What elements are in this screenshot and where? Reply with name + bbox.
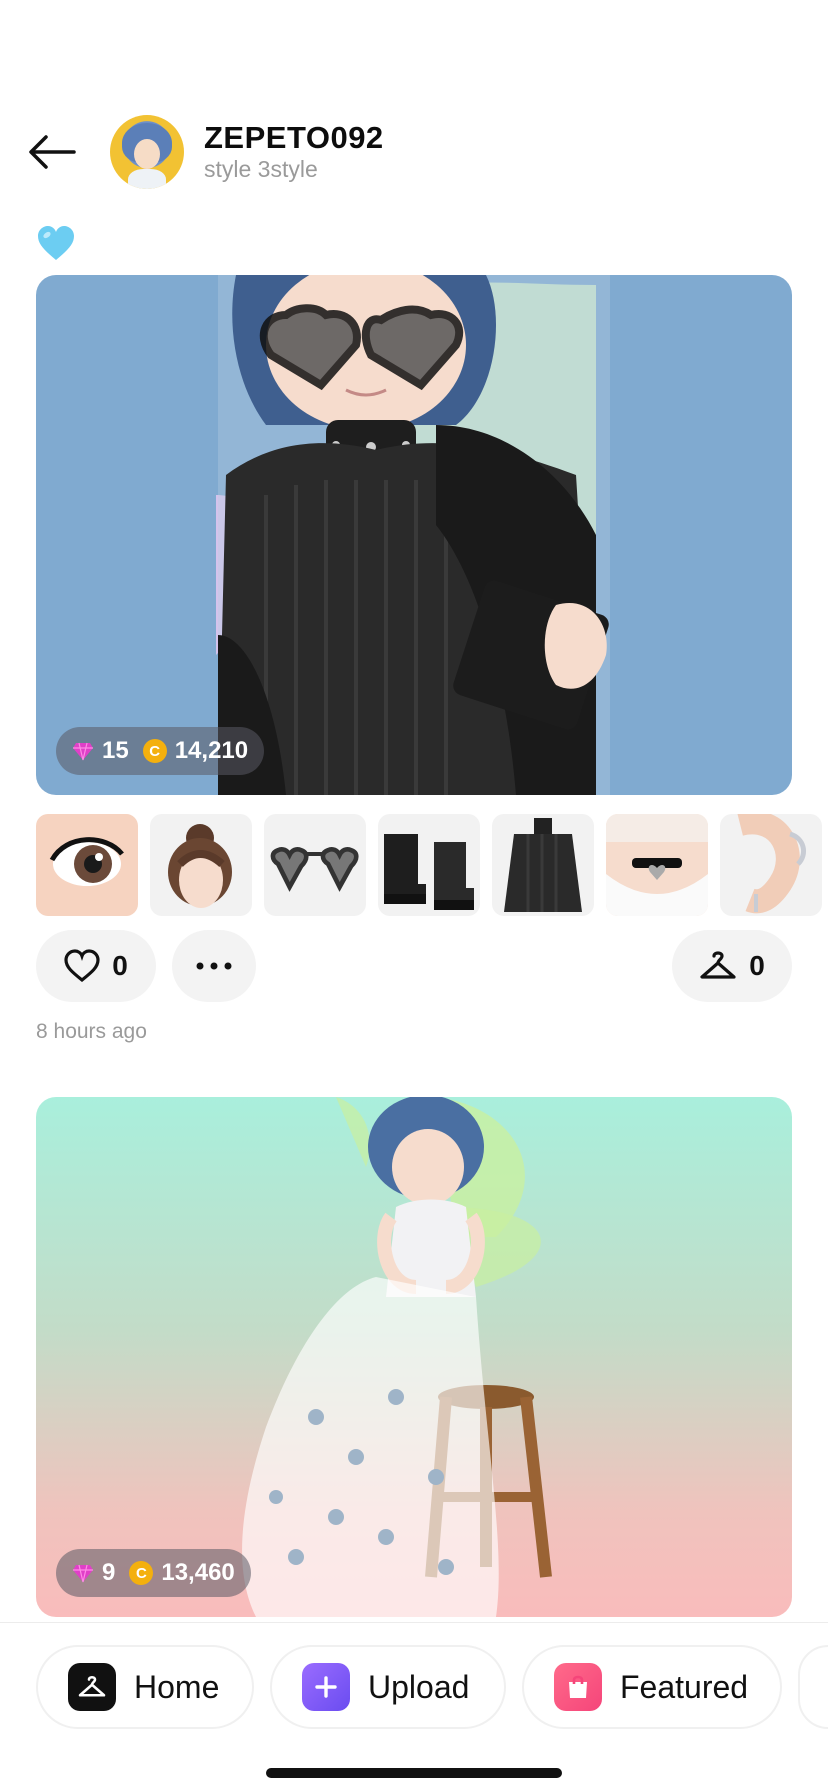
like-count: 0	[112, 950, 128, 981]
back-button[interactable]	[28, 132, 84, 172]
nav-more-button[interactable]	[798, 1645, 828, 1729]
choker-icon	[606, 814, 708, 916]
item-choker[interactable]	[606, 814, 708, 916]
coin-price-2: 13,460	[161, 1559, 235, 1586]
coin-icon: C	[129, 1561, 154, 1585]
username[interactable]: ZEPETO092	[204, 120, 384, 156]
shopping-bag-icon	[554, 1663, 602, 1711]
boots-icon	[384, 834, 474, 910]
gem-icon	[73, 1564, 93, 1583]
item-boots[interactable]	[378, 814, 480, 916]
more-options-button[interactable]	[172, 930, 256, 1002]
back-arrow-icon	[29, 135, 76, 169]
header: ZEPETO092 style 3style	[0, 110, 828, 190]
gem-price: 15	[102, 737, 129, 764]
eye-icon	[49, 837, 124, 886]
price-badge: 15 C 14,210	[56, 727, 265, 775]
nav-featured-label: Featured	[620, 1668, 749, 1705]
item-outfit[interactable]	[492, 814, 594, 916]
ear-cuff-icon	[737, 814, 807, 914]
post-image-2[interactable]: 9 C 13,460	[36, 1097, 792, 1617]
try-on-count: 0	[749, 950, 765, 981]
hair-icon	[168, 824, 232, 908]
light-blue-heart-icon	[38, 226, 74, 260]
user-subtitle: style 3style	[204, 156, 318, 182]
bottom-navigation: Home Upload Featured	[0, 1622, 828, 1792]
coin-price: 14,210	[174, 737, 249, 764]
like-button[interactable]: 0	[36, 930, 156, 1002]
more-dots-icon	[196, 962, 232, 970]
post-timestamp: 8 hours ago	[36, 1020, 147, 1043]
nav-featured-button[interactable]: Featured	[522, 1645, 782, 1729]
item-ear-cuff[interactable]	[720, 814, 822, 916]
coin-icon: C	[142, 739, 167, 763]
avatar-render	[216, 275, 610, 795]
nav-upload-label: Upload	[368, 1668, 470, 1705]
item-list	[36, 814, 828, 916]
item-sunglasses[interactable]	[264, 814, 366, 916]
hanger-icon	[700, 951, 736, 979]
plus-icon	[302, 1663, 350, 1711]
try-on-button[interactable]: 0	[672, 930, 792, 1002]
gem-price-2: 9	[102, 1559, 116, 1586]
nav-home-label: Home	[134, 1668, 220, 1705]
outfit-icon	[504, 818, 582, 912]
avatar-render-2	[242, 1097, 552, 1617]
nav-upload-button[interactable]: Upload	[270, 1645, 506, 1729]
price-badge-2: 9 C 13,460	[56, 1549, 251, 1597]
item-eye-lens[interactable]	[36, 814, 138, 916]
hanger-icon	[68, 1663, 116, 1711]
item-hair[interactable]	[150, 814, 252, 916]
nav-home-button[interactable]: Home	[36, 1645, 254, 1729]
heart-sunglasses-icon	[270, 847, 359, 892]
home-indicator	[266, 1768, 562, 1778]
post-image[interactable]: 15 C 14,210	[36, 275, 792, 795]
gem-icon	[73, 742, 93, 761]
post-detail-screen: ZEPETO092 style 3style 15 C 14,210 0 0 8…	[0, 0, 828, 1792]
avatar[interactable]	[110, 115, 184, 189]
heart-outline-icon	[64, 949, 100, 983]
